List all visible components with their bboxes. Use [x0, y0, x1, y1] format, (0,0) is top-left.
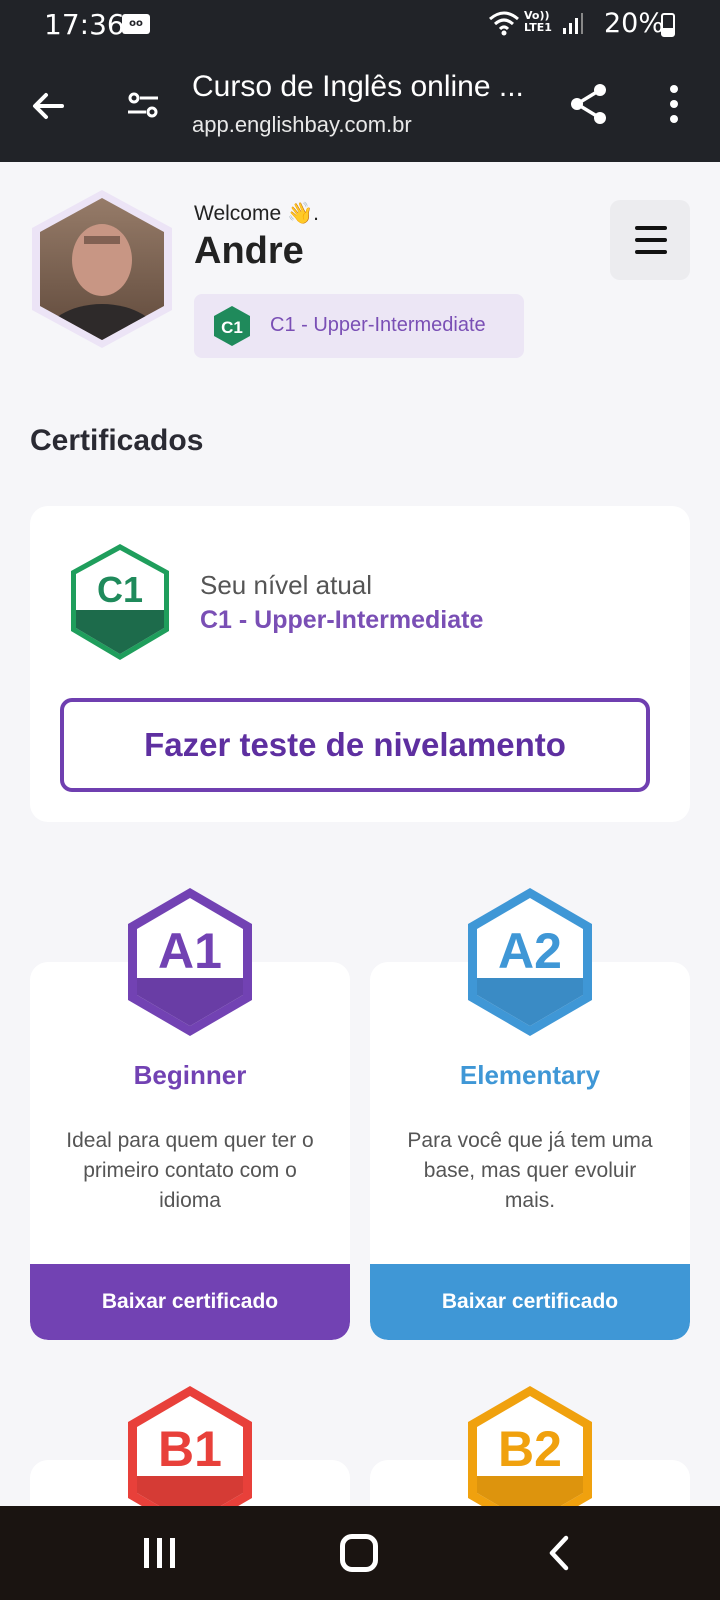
- svg-text:C1: C1: [97, 569, 143, 610]
- page-title: Curso de Inglês online ...: [192, 70, 524, 103]
- section-title: Certificados: [30, 424, 204, 457]
- more-options-icon[interactable]: [664, 84, 684, 124]
- user-name: Andre: [194, 230, 304, 272]
- level-chip[interactable]: C1 C1 - Upper-Intermediate: [194, 294, 524, 358]
- share-icon[interactable]: [568, 82, 610, 126]
- badge-label: A1: [158, 923, 222, 979]
- wifi-icon: [489, 11, 519, 36]
- a1-badge-icon: A1: [128, 888, 252, 1036]
- browser-toolbar: Curso de Inglês online ... app.englishba…: [0, 50, 720, 162]
- voicemail-icon: oo: [122, 14, 150, 34]
- system-nav-bar: [0, 1506, 720, 1600]
- hamburger-menu-button[interactable]: [610, 200, 690, 280]
- battery-percent: 20%: [604, 8, 665, 39]
- a2-badge-icon: A2: [468, 888, 592, 1036]
- network-indicator: Vo)) LTE1: [524, 9, 552, 34]
- current-level-card: C1 Seu nível atual C1 - Upper-Intermedia…: [30, 506, 690, 822]
- c1-badge-icon: C1: [214, 306, 250, 346]
- current-level-value: C1 - Upper-Intermediate: [200, 606, 484, 634]
- home-icon[interactable]: [340, 1534, 378, 1572]
- signal-icon: [563, 13, 583, 34]
- badge-label: A2: [498, 923, 562, 979]
- recent-apps-icon[interactable]: [142, 1536, 178, 1570]
- site-settings-icon[interactable]: [126, 88, 160, 122]
- badge-label: B2: [498, 1421, 562, 1477]
- page-url[interactable]: app.englishbay.com.br: [192, 112, 412, 138]
- placement-test-button[interactable]: Fazer teste de nivelamento: [60, 698, 650, 792]
- back-arrow-icon[interactable]: [28, 86, 68, 126]
- svg-text:C1: C1: [221, 318, 243, 337]
- download-certificate-button[interactable]: Baixar certificado: [370, 1264, 690, 1340]
- current-level-label: Seu nível atual: [200, 570, 373, 600]
- status-time: 17:36: [44, 8, 125, 41]
- level-name: Beginner: [133, 1060, 247, 1090]
- level-name: Elementary: [459, 1060, 601, 1090]
- welcome-text: Welcome 👋.: [194, 202, 319, 225]
- level-description: Para você que já tem uma base, mas quer …: [407, 1129, 653, 1212]
- badge-label: B1: [158, 1421, 222, 1477]
- battery-icon: [661, 13, 675, 37]
- status-bar: 17:36 oo Vo)) LTE1 20%: [0, 0, 720, 50]
- level-description: Ideal para quem quer ter o primeiro cont…: [66, 1129, 314, 1212]
- download-certificate-button[interactable]: Baixar certificado: [30, 1264, 350, 1340]
- nav-back-icon[interactable]: [544, 1534, 574, 1572]
- avatar[interactable]: [28, 188, 176, 350]
- level-chip-label: C1 - Upper-Intermediate: [270, 314, 486, 336]
- c1-level-badge-icon: C1: [71, 544, 169, 660]
- profile-header: Welcome 👋. Andre C1 C1 - Upper-Intermedi…: [0, 162, 720, 388]
